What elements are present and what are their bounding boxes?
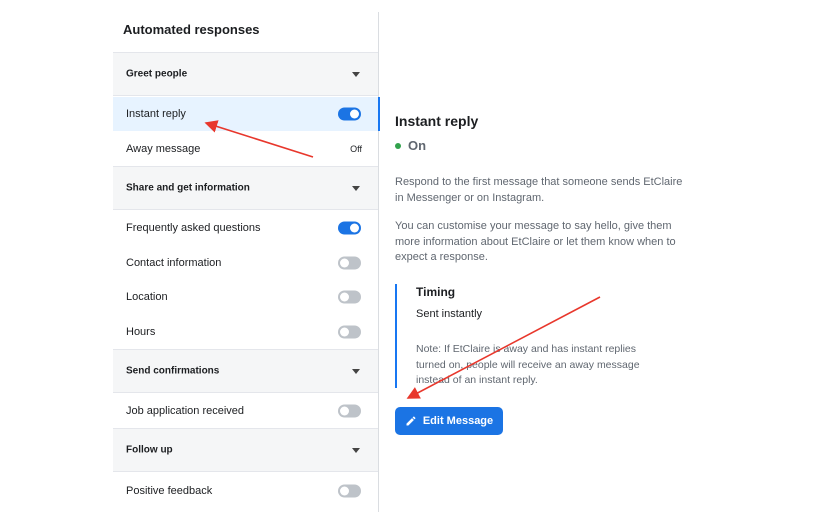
section-header-share-and-get-information[interactable]: Share and get information: [113, 166, 378, 210]
caret-down-icon: [352, 186, 360, 191]
toggle-knob: [340, 258, 349, 268]
detail-title: Instant reply: [395, 113, 479, 129]
section-header-label: Send confirmations: [126, 365, 220, 377]
timing-block: Timing Sent instantly Note: If EtClaire …: [395, 284, 685, 388]
toggle-knob: [340, 406, 349, 416]
toggle-knob: [350, 223, 359, 233]
sidebar-item-label: Job application received: [126, 405, 245, 417]
timing-value: Sent instantly: [416, 308, 483, 320]
sidebar-item-instant-reply[interactable]: Instant reply: [113, 97, 380, 131]
location-toggle[interactable]: [338, 290, 361, 304]
sidebar-item-away-message[interactable]: Away message Off: [113, 132, 378, 166]
sidebar-item-positive-feedback[interactable]: Positive feedback: [113, 474, 378, 508]
caret-down-icon: [352, 72, 360, 77]
sidebar-item-label: Location: [126, 291, 168, 303]
sidebar-item-location[interactable]: Location: [113, 280, 378, 314]
faq-toggle[interactable]: [338, 221, 361, 235]
instant-reply-toggle[interactable]: [338, 107, 361, 121]
sidebar-item-label: Positive feedback: [126, 485, 213, 497]
pencil-icon: [406, 416, 416, 426]
toggle-knob: [340, 486, 349, 496]
sidebar-item-job-application-received[interactable]: Job application received: [113, 394, 378, 428]
status-indicator: On: [395, 138, 426, 153]
caret-down-icon: [352, 369, 360, 374]
section-header-label: Follow up: [126, 444, 173, 456]
instant-reply-detail-panel: Instant reply On Respond to the first me…: [395, 0, 695, 522]
toggle-knob: [350, 109, 359, 119]
timing-note: Note: If EtClaire is away and has instan…: [416, 343, 640, 386]
sidebar-item-hours[interactable]: Hours: [113, 315, 378, 349]
contact-information-toggle[interactable]: [338, 256, 361, 270]
edit-message-label: Edit Message: [422, 415, 494, 427]
timing-heading: Timing: [416, 285, 456, 299]
section-header-send-confirmations[interactable]: Send confirmations: [113, 349, 378, 393]
section-header-label: Greet people: [126, 68, 188, 80]
edit-message-button[interactable]: Edit Message: [395, 407, 503, 435]
sidebar-title: Automated responses: [123, 22, 260, 37]
description-paragraph-2: You can customise your message to say he…: [395, 220, 676, 263]
sidebar-item-label: Away message: [126, 143, 201, 155]
section-header-follow-up[interactable]: Follow up: [113, 428, 378, 472]
sidebar-item-label: Contact information: [126, 257, 222, 269]
sidebar-item-label: Instant reply: [126, 108, 186, 120]
section-header-greet-people[interactable]: Greet people: [113, 52, 378, 96]
positive-feedback-toggle[interactable]: [338, 484, 361, 498]
status-dot-icon: [395, 142, 401, 149]
sidebar-item-faq[interactable]: Frequently asked questions: [113, 211, 378, 245]
sidebar-item-label: Hours: [126, 326, 156, 338]
job-application-toggle[interactable]: [338, 404, 361, 418]
hours-toggle[interactable]: [338, 325, 361, 339]
toggle-knob: [340, 327, 349, 337]
automated-responses-sidebar: Automated responses Greet people Instant…: [113, 12, 380, 512]
caret-down-icon: [352, 448, 360, 453]
away-message-status: Off: [350, 144, 362, 154]
toggle-knob: [340, 292, 349, 302]
status-text: On: [408, 138, 427, 153]
sidebar-item-label: Frequently asked questions: [126, 222, 261, 234]
sidebar-item-contact-information[interactable]: Contact information: [113, 246, 378, 280]
description-paragraph-1: Respond to the first message that someon…: [395, 176, 683, 204]
section-header-label: Share and get information: [126, 182, 250, 194]
